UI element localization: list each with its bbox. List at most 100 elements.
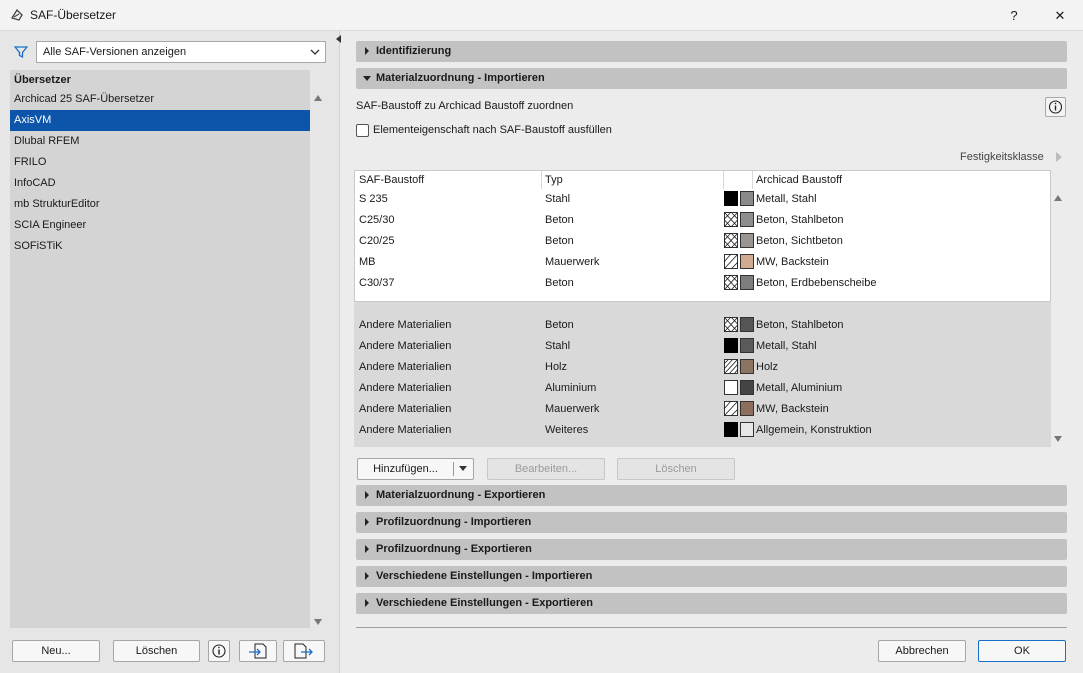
delete-material-button[interactable]: Löschen xyxy=(617,458,735,480)
other-material-saf[interactable]: Andere Materialien xyxy=(359,340,451,352)
column-header-saf: SAF-Baustoff xyxy=(359,174,425,186)
material-saf-name[interactable]: C30/37 xyxy=(359,277,394,289)
translator-item[interactable]: SCIA Engineer xyxy=(10,215,310,236)
archicad-material-name[interactable]: Beton, Stahlbeton xyxy=(756,319,843,331)
table-scroll-up-icon[interactable] xyxy=(1053,193,1063,203)
section-label: Verschiedene Einstellungen - Importieren xyxy=(376,570,593,582)
cancel-button[interactable]: Abbrechen xyxy=(878,640,966,662)
archicad-material-name[interactable]: Allgemein, Konstruktion xyxy=(756,424,872,436)
column-header-archicad: Archicad Baustoff xyxy=(756,174,843,186)
add-material-split-button[interactable]: Hinzufügen... xyxy=(357,458,474,480)
hatch-pattern-swatch xyxy=(724,338,738,353)
material-type[interactable]: Beton xyxy=(545,277,574,289)
new-translator-button[interactable]: Neu... xyxy=(12,640,100,662)
other-material-saf[interactable]: Andere Materialien xyxy=(359,319,451,331)
section-profile-import[interactable]: Profilzuordnung - Importieren xyxy=(356,512,1067,533)
material-type[interactable]: Stahl xyxy=(545,193,570,205)
archicad-material-name[interactable]: Beton, Sichtbeton xyxy=(756,235,843,247)
material-mapping-description: SAF-Baustoff zu Archicad Baustoff zuordn… xyxy=(356,100,574,112)
archicad-material-name[interactable]: Metall, Stahl xyxy=(756,193,817,205)
translator-item[interactable]: mb StrukturEditor xyxy=(10,194,310,215)
material-type[interactable]: Beton xyxy=(545,235,574,247)
translator-item[interactable]: Archicad 25 SAF-Übersetzer xyxy=(10,89,310,110)
other-material-saf[interactable]: Andere Materialien xyxy=(359,382,451,394)
section-material-import[interactable]: Materialzuordnung - Importieren xyxy=(356,68,1067,89)
translator-info-button[interactable] xyxy=(208,640,230,662)
delete-translator-button[interactable]: Löschen xyxy=(113,640,200,662)
list-scroll-down-icon[interactable] xyxy=(313,617,323,627)
import-translator-button[interactable] xyxy=(239,640,277,662)
section-identification[interactable]: Identifizierung xyxy=(356,41,1067,62)
hatch-pattern-swatch xyxy=(724,317,738,332)
section-misc-export[interactable]: Verschiedene Einstellungen - Exportieren xyxy=(356,593,1067,614)
info-icon xyxy=(1048,100,1063,114)
material-type[interactable]: Stahl xyxy=(545,340,570,352)
triangle-right-icon xyxy=(365,47,369,55)
other-material-saf[interactable]: Andere Materialien xyxy=(359,424,451,436)
material-table-mapped: SAF-Baustoff Typ Archicad Baustoff xyxy=(354,170,1051,302)
material-type[interactable]: Mauerwerk xyxy=(545,403,599,415)
section-label: Verschiedene Einstellungen - Exportieren xyxy=(376,597,594,609)
translator-item-selected[interactable]: AxisVM xyxy=(10,110,310,131)
material-color-swatch xyxy=(740,212,754,227)
archicad-material-name[interactable]: Metall, Stahl xyxy=(756,340,817,352)
material-type[interactable]: Aluminium xyxy=(545,382,596,394)
fill-property-checkbox[interactable] xyxy=(356,124,369,137)
material-saf-name[interactable]: MB xyxy=(359,256,376,268)
hatch-pattern-swatch xyxy=(724,380,738,395)
chevron-down-icon[interactable] xyxy=(458,465,468,473)
strength-class-expand-icon[interactable] xyxy=(1054,151,1064,163)
material-saf-name[interactable]: S 235 xyxy=(359,193,388,205)
version-filter-select[interactable]: Alle SAF-Versionen anzeigen xyxy=(36,41,326,63)
collapse-panel-icon[interactable] xyxy=(334,34,342,44)
export-translator-button[interactable] xyxy=(283,640,325,662)
import-file-icon xyxy=(249,643,267,659)
info-icon xyxy=(212,644,226,658)
archicad-material-name[interactable]: Beton, Erdbebenscheibe xyxy=(756,277,876,289)
material-color-swatch xyxy=(740,422,754,437)
archicad-material-name[interactable]: MW, Backstein xyxy=(756,256,829,268)
translator-item[interactable]: SOFiSTiK xyxy=(10,236,310,257)
archicad-material-name[interactable]: Beton, Stahlbeton xyxy=(756,214,843,226)
table-scroll-down-icon[interactable] xyxy=(1053,434,1063,444)
material-saf-name[interactable]: C25/30 xyxy=(359,214,394,226)
strength-class-label: Festigkeitsklasse xyxy=(960,151,1044,163)
hatch-pattern-swatch xyxy=(724,275,738,290)
translator-item[interactable]: Dlubal RFEM xyxy=(10,131,310,152)
section-misc-import[interactable]: Verschiedene Einstellungen - Importieren xyxy=(356,566,1067,587)
material-type[interactable]: Mauerwerk xyxy=(545,256,599,268)
material-color-swatch xyxy=(740,359,754,374)
other-material-saf[interactable]: Andere Materialien xyxy=(359,403,451,415)
split-separator xyxy=(453,462,454,476)
app-icon xyxy=(10,8,23,21)
ok-button[interactable]: OK xyxy=(978,640,1066,662)
archicad-material-name[interactable]: Holz xyxy=(756,361,778,373)
material-color-swatch xyxy=(740,338,754,353)
material-info-button[interactable] xyxy=(1045,97,1066,117)
translator-item[interactable]: InfoCAD xyxy=(10,173,310,194)
title-bar: SAF-Übersetzer ? ✕ xyxy=(0,0,1083,31)
material-type[interactable]: Holz xyxy=(545,361,567,373)
archicad-material-name[interactable]: Metall, Aluminium xyxy=(756,382,842,394)
hatch-pattern-swatch xyxy=(724,233,738,248)
material-saf-name[interactable]: C20/25 xyxy=(359,235,394,247)
material-type[interactable]: Beton xyxy=(545,214,574,226)
material-type[interactable]: Beton xyxy=(545,319,574,331)
help-button[interactable]: ? xyxy=(994,0,1034,31)
close-button[interactable]: ✕ xyxy=(1040,0,1080,31)
translator-item[interactable]: FRILO xyxy=(10,152,310,173)
material-type[interactable]: Weiteres xyxy=(545,424,588,436)
list-scroll-up-icon[interactable] xyxy=(313,93,323,103)
translator-list: Übersetzer Archicad 25 SAF-Übersetzer Ax… xyxy=(10,70,310,628)
hatch-pattern-swatch xyxy=(724,401,738,416)
archicad-material-name[interactable]: MW, Backstein xyxy=(756,403,829,415)
add-material-button[interactable]: Hinzufügen... xyxy=(358,459,453,479)
triangle-right-icon xyxy=(365,491,369,499)
section-material-export[interactable]: Materialzuordnung - Exportieren xyxy=(356,485,1067,506)
section-profile-export[interactable]: Profilzuordnung - Exportieren xyxy=(356,539,1067,560)
triangle-right-icon xyxy=(365,599,369,607)
edit-material-button[interactable]: Bearbeiten... xyxy=(487,458,605,480)
column-header-type: Typ xyxy=(545,174,563,186)
material-color-swatch xyxy=(740,317,754,332)
other-material-saf[interactable]: Andere Materialien xyxy=(359,361,451,373)
